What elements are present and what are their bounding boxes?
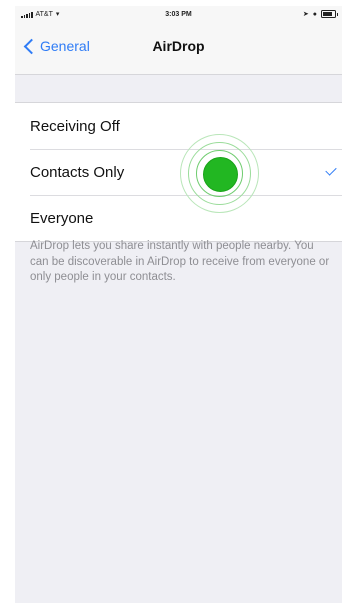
alarm-icon: ● [312,10,317,18]
option-receiving-off[interactable]: Receiving Off [15,103,342,149]
option-everyone[interactable]: Everyone [15,195,342,241]
battery-icon [321,10,338,18]
phone-screen: AT&T ▾ 3:03 PM ➤ ● General AirDrop Recei… [15,6,342,603]
status-right: ➤ ● [302,10,338,18]
page-title: AirDrop [152,38,205,54]
airdrop-description: AirDrop lets you share instantly with pe… [30,240,330,283]
option-label: Receiving Off [30,117,120,135]
checkmark-icon [325,164,337,176]
status-bar: AT&T ▾ 3:03 PM ➤ ● [15,6,342,24]
option-label: Everyone [30,209,94,227]
airdrop-options-list: Receiving Off Contacts Only Everyone [15,102,342,242]
status-time: 3:03 PM [165,11,192,18]
option-contacts-only[interactable]: Contacts Only [15,149,342,195]
location-icon: ➤ [302,11,309,18]
option-label: Contacts Only [30,163,125,181]
tap-dot [203,157,238,192]
tap-indicator [180,134,260,214]
navigation-bar: General AirDrop [15,24,342,75]
